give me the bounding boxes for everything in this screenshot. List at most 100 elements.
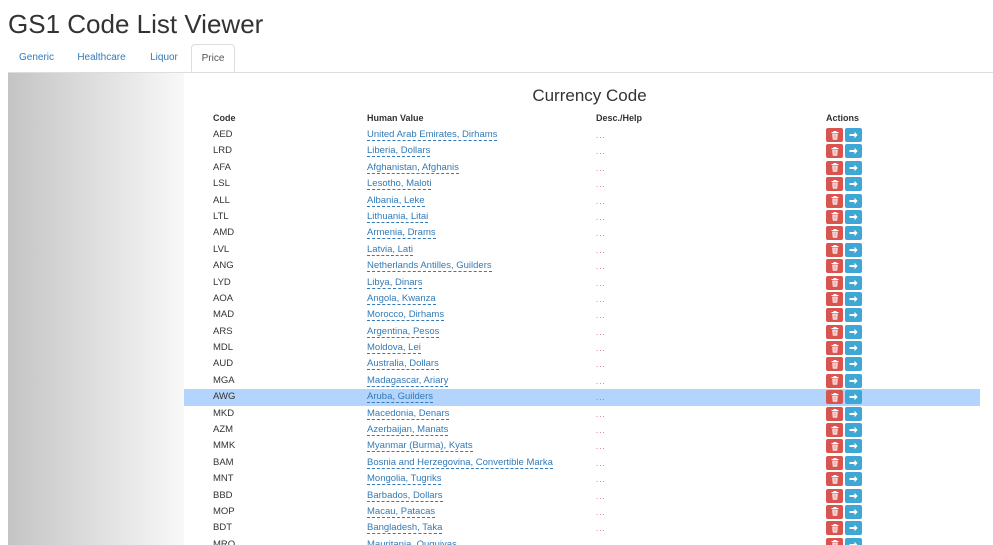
go-button[interactable]	[845, 504, 862, 519]
human-value-link[interactable]: Argentina, Pesos	[367, 326, 440, 338]
delete-button[interactable]	[826, 259, 843, 274]
go-button[interactable]	[845, 259, 862, 274]
go-button[interactable]	[845, 341, 862, 356]
human-value-link[interactable]: Aruba, Guilders	[367, 391, 434, 404]
human-value-link[interactable]: Lesotho, Maloti	[367, 178, 432, 191]
desc-help-link[interactable]: ...	[596, 541, 606, 545]
delete-button[interactable]	[826, 373, 843, 388]
go-button[interactable]	[845, 521, 862, 536]
human-value-link[interactable]: Mauritania, Ouguiyas	[367, 539, 457, 545]
human-value-link[interactable]: Mongolia, Tugriks	[367, 473, 442, 486]
delete-button[interactable]	[826, 472, 843, 487]
desc-help-link[interactable]: ...	[596, 492, 606, 501]
desc-help-link[interactable]: ...	[596, 344, 606, 353]
human-value-link[interactable]: Macau, Patacas	[367, 506, 436, 518]
desc-help-link[interactable]: ...	[596, 475, 606, 484]
human-value-link[interactable]: Australia, Dollars	[367, 358, 439, 371]
human-value-link[interactable]: Bosnia and Herzegovina, Convertible Mark…	[367, 457, 553, 469]
delete-button[interactable]	[826, 439, 843, 454]
desc-help-link[interactable]: ...	[596, 377, 606, 386]
delete-button[interactable]	[826, 537, 843, 545]
desc-help-link[interactable]: ...	[596, 131, 606, 140]
human-value-link[interactable]: Netherlands Antilles, Guilders	[367, 260, 492, 273]
delete-button[interactable]	[826, 341, 843, 356]
go-button[interactable]	[845, 472, 862, 487]
delete-button[interactable]	[826, 209, 843, 224]
human-value-link[interactable]: Liberia, Dollars	[367, 145, 431, 158]
go-button[interactable]	[845, 226, 862, 241]
delete-button[interactable]	[826, 177, 843, 192]
go-button[interactable]	[845, 488, 862, 503]
human-value-link[interactable]: Angola, Kwanza	[367, 293, 436, 305]
human-value-link[interactable]: Albania, Leke	[367, 195, 425, 207]
human-value-link[interactable]: Afghanistan, Afghanis	[367, 162, 459, 174]
delete-button[interactable]	[826, 357, 843, 372]
go-button[interactable]	[845, 537, 862, 545]
go-button[interactable]	[845, 128, 862, 142]
desc-help-link[interactable]: ...	[596, 410, 606, 419]
desc-help-link[interactable]: ...	[596, 262, 606, 271]
go-button[interactable]	[845, 144, 862, 159]
go-button[interactable]	[845, 308, 862, 323]
human-value-link[interactable]: Barbados, Dollars	[367, 490, 443, 502]
human-value-link[interactable]: Armenia, Drams	[367, 227, 436, 240]
delete-button[interactable]	[826, 275, 843, 290]
go-button[interactable]	[845, 373, 862, 388]
desc-help-link[interactable]: ...	[596, 426, 606, 435]
desc-help-link[interactable]: ...	[596, 393, 606, 402]
delete-button[interactable]	[826, 504, 843, 519]
go-button[interactable]	[845, 357, 862, 372]
delete-button[interactable]	[826, 488, 843, 503]
delete-button[interactable]	[826, 193, 843, 208]
delete-button[interactable]	[826, 406, 843, 421]
go-button[interactable]	[845, 275, 862, 290]
tab-price[interactable]: Price	[191, 44, 235, 72]
go-button[interactable]	[845, 160, 862, 175]
go-button[interactable]	[845, 406, 862, 421]
human-value-link[interactable]: Myanmar (Burma), Kyats	[367, 440, 473, 453]
desc-help-link[interactable]: ...	[596, 246, 606, 255]
go-button[interactable]	[845, 455, 862, 470]
go-button[interactable]	[845, 390, 862, 405]
human-value-link[interactable]: Macedonia, Denars	[367, 408, 450, 420]
desc-help-link[interactable]: ...	[596, 197, 606, 206]
tab-generic[interactable]: Generic	[8, 44, 65, 72]
go-button[interactable]	[845, 423, 862, 438]
desc-help-link[interactable]: ...	[596, 147, 606, 156]
delete-button[interactable]	[826, 242, 843, 257]
desc-help-link[interactable]: ...	[596, 164, 606, 173]
human-value-link[interactable]: Madagascar, Ariary	[367, 375, 449, 387]
desc-help-link[interactable]: ...	[596, 213, 606, 222]
delete-button[interactable]	[826, 160, 843, 175]
desc-help-link[interactable]: ...	[596, 229, 606, 238]
human-value-link[interactable]: Morocco, Dirhams	[367, 309, 445, 322]
delete-button[interactable]	[826, 324, 843, 339]
human-value-link[interactable]: Latvia, Lati	[367, 244, 413, 256]
go-button[interactable]	[845, 209, 862, 224]
tab-healthcare[interactable]: Healthcare	[68, 44, 135, 72]
delete-button[interactable]	[826, 390, 843, 405]
desc-help-link[interactable]: ...	[596, 524, 606, 533]
delete-button[interactable]	[826, 423, 843, 438]
human-value-link[interactable]: Lithuania, Litai	[367, 211, 429, 223]
desc-help-link[interactable]: ...	[596, 279, 606, 288]
human-value-link[interactable]: Bangladesh, Taka	[367, 522, 443, 535]
delete-button[interactable]	[826, 455, 843, 470]
go-button[interactable]	[845, 324, 862, 339]
desc-help-link[interactable]: ...	[596, 295, 606, 304]
delete-button[interactable]	[826, 291, 843, 306]
delete-button[interactable]	[826, 144, 843, 159]
desc-help-link[interactable]: ...	[596, 459, 606, 468]
human-value-link[interactable]: Moldova, Lei	[367, 342, 421, 355]
go-button[interactable]	[845, 291, 862, 306]
desc-help-link[interactable]: ...	[596, 508, 606, 517]
desc-help-link[interactable]: ...	[596, 442, 606, 451]
delete-button[interactable]	[826, 226, 843, 241]
delete-button[interactable]	[826, 308, 843, 323]
go-button[interactable]	[845, 439, 862, 454]
human-value-link[interactable]: Azerbaijan, Manats	[367, 424, 449, 437]
human-value-link[interactable]: Libya, Dinars	[367, 277, 423, 289]
desc-help-link[interactable]: ...	[596, 360, 606, 369]
go-button[interactable]	[845, 193, 862, 208]
go-button[interactable]	[845, 242, 862, 257]
